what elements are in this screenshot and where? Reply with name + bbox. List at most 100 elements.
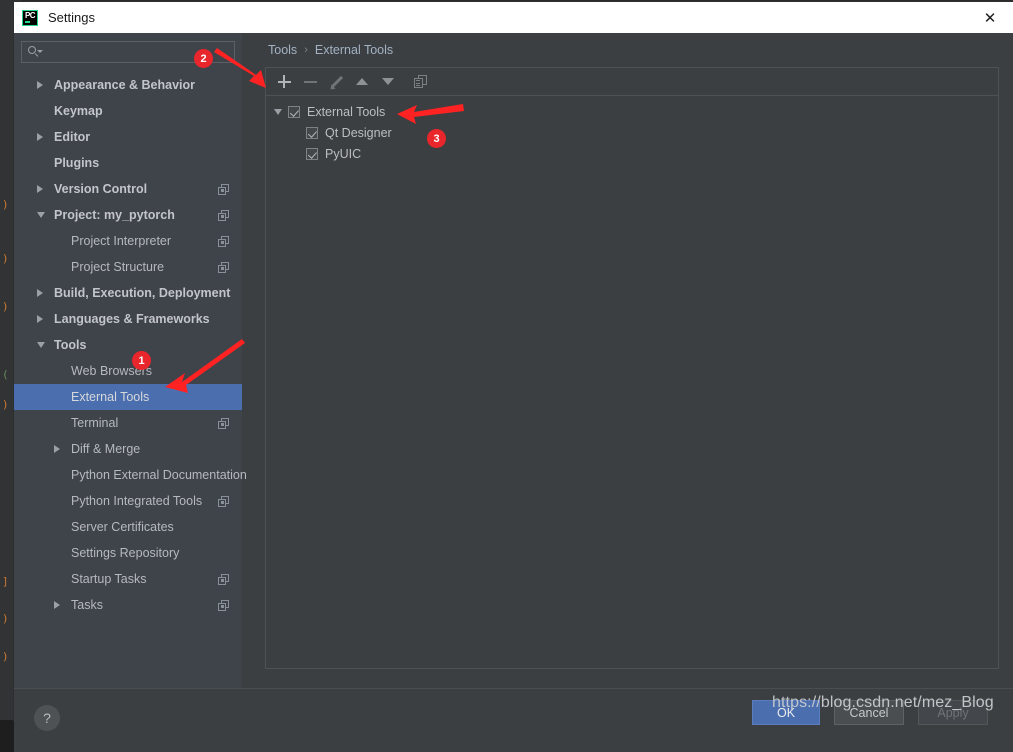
- module-scope-icon: [218, 496, 229, 507]
- arrow-up-icon: [356, 78, 368, 85]
- sidebar-item-project-interpreter[interactable]: Project Interpreter: [14, 228, 242, 254]
- sidebar-item-label: Startup Tasks: [14, 572, 147, 586]
- move-down-button[interactable]: [376, 71, 400, 93]
- chevron-right-icon[interactable]: [54, 445, 60, 453]
- copy-button[interactable]: [408, 71, 432, 93]
- sidebar-item-label: Diff & Merge: [14, 442, 140, 456]
- chevron-down-icon[interactable]: [37, 342, 45, 348]
- help-button[interactable]: ?: [34, 705, 60, 731]
- sidebar-item-label: Keymap: [14, 104, 103, 118]
- sidebar-item-label: Languages & Frameworks: [14, 312, 210, 326]
- sidebar-item-plugins[interactable]: Plugins: [14, 150, 242, 176]
- sidebar-item-label: Python Integrated Tools: [14, 494, 202, 508]
- sidebar-item-tools[interactable]: Tools: [14, 332, 242, 358]
- sidebar-item-appearance-behavior[interactable]: Appearance & Behavior: [14, 72, 242, 98]
- editor-code-line: ): [2, 252, 9, 265]
- close-icon[interactable]: ✕: [967, 2, 1013, 33]
- add-button[interactable]: [272, 71, 296, 93]
- settings-category-tree[interactable]: Appearance & Behavior Keymap Editor Plugins…: [14, 72, 242, 618]
- sidebar-item-startup-tasks[interactable]: Startup Tasks: [14, 566, 242, 592]
- tools-tree-item-row[interactable]: PyUIC: [266, 143, 998, 164]
- sidebar-item-label: Plugins: [14, 156, 99, 170]
- sidebar-item-project-structure[interactable]: Project Structure: [14, 254, 242, 280]
- tools-tree-group-row[interactable]: External Tools: [266, 101, 998, 122]
- sidebar-item-python-external-documentation[interactable]: Python External Documentation: [14, 462, 242, 488]
- editor-code-line: ): [2, 300, 9, 313]
- sidebar-item-label: Python External Documentation: [14, 468, 247, 482]
- copy-icon: [414, 75, 427, 88]
- sidebar-item-server-certificates[interactable]: Server Certificates: [14, 514, 242, 540]
- external-tools-panel: External Tools Qt Designer PyUIC: [265, 67, 999, 669]
- chevron-right-icon[interactable]: [37, 133, 43, 141]
- sidebar-item-label: Server Certificates: [14, 520, 174, 534]
- editor-code-line: ]: [2, 575, 9, 588]
- sidebar-item-label: Settings Repository: [14, 546, 179, 560]
- breadcrumb-current: External Tools: [315, 43, 393, 57]
- sidebar-item-external-tools[interactable]: External Tools: [14, 384, 242, 410]
- title-bar: PC Settings ✕: [14, 2, 1013, 33]
- chevron-down-icon[interactable]: [274, 109, 282, 115]
- chevron-right-icon[interactable]: [37, 81, 43, 89]
- module-scope-icon: [218, 210, 229, 221]
- chevron-right-icon[interactable]: [37, 185, 43, 193]
- editor-code-line: ): [2, 650, 9, 663]
- tools-tree-item-label: Qt Designer: [325, 126, 392, 140]
- sidebar-item-label: External Tools: [14, 390, 149, 404]
- sidebar-item-tasks[interactable]: Tasks: [14, 592, 242, 618]
- pycharm-icon-text: PC: [25, 11, 35, 20]
- editor-code-line: (: [2, 368, 9, 381]
- move-up-button[interactable]: [350, 71, 374, 93]
- module-scope-icon: [218, 236, 229, 247]
- sidebar-item-label: Project Structure: [14, 260, 164, 274]
- item-checkbox[interactable]: [306, 127, 318, 139]
- plus-icon: [278, 75, 291, 88]
- chevron-down-icon[interactable]: [37, 212, 45, 218]
- breadcrumb-separator-icon: ›: [304, 44, 308, 56]
- breadcrumb: Tools › External Tools: [252, 33, 1013, 67]
- external-tools-toolbar: [266, 68, 998, 96]
- tools-tree-item-label: PyUIC: [325, 147, 361, 161]
- sidebar-item-web-browsers[interactable]: Web Browsers: [14, 358, 242, 384]
- chevron-right-icon[interactable]: [37, 315, 43, 323]
- sidebar-item-project-my-pytorch[interactable]: Project: my_pytorch: [14, 202, 242, 228]
- pycharm-icon: PC: [22, 10, 38, 26]
- edit-button[interactable]: [324, 71, 348, 93]
- pencil-icon: [329, 75, 343, 89]
- external-tools-tree[interactable]: External Tools Qt Designer PyUIC: [266, 96, 998, 164]
- sidebar-item-label: Tools: [14, 338, 86, 352]
- settings-sidebar: Appearance & Behavior Keymap Editor Plugins…: [14, 33, 242, 688]
- chevron-right-icon[interactable]: [37, 289, 43, 297]
- group-checkbox[interactable]: [288, 106, 300, 118]
- module-scope-icon: [218, 600, 229, 611]
- minus-icon: [304, 75, 317, 88]
- sidebar-item-label: Editor: [14, 130, 90, 144]
- sidebar-item-settings-repository[interactable]: Settings Repository: [14, 540, 242, 566]
- sidebar-item-terminal[interactable]: Terminal: [14, 410, 242, 436]
- arrow-down-icon: [382, 78, 394, 85]
- tools-tree-item-row[interactable]: Qt Designer: [266, 122, 998, 143]
- settings-detail-panel: Tools › External Tools: [252, 33, 1013, 688]
- chevron-right-icon[interactable]: [54, 601, 60, 609]
- remove-button[interactable]: [298, 71, 322, 93]
- window-title: Settings: [48, 10, 95, 25]
- sidebar-item-label: Version Control: [14, 182, 147, 196]
- sidebar-item-diff-merge[interactable]: Diff & Merge: [14, 436, 242, 462]
- sidebar-item-label: Build, Execution, Deployment: [14, 286, 230, 300]
- module-scope-icon: [218, 262, 229, 273]
- sidebar-item-version-control[interactable]: Version Control: [14, 176, 242, 202]
- dialog-body: Appearance & Behavior Keymap Editor Plugins…: [14, 33, 1013, 720]
- sidebar-item-python-integrated-tools[interactable]: Python Integrated Tools: [14, 488, 242, 514]
- sidebar-item-label: Project Interpreter: [14, 234, 171, 248]
- tools-tree-group-label: External Tools: [307, 105, 385, 119]
- sidebar-item-build-execution-deployment[interactable]: Build, Execution, Deployment: [14, 280, 242, 306]
- sidebar-item-languages-frameworks[interactable]: Languages & Frameworks: [14, 306, 242, 332]
- sidebar-item-editor[interactable]: Editor: [14, 124, 242, 150]
- sidebar-item-keymap[interactable]: Keymap: [14, 98, 242, 124]
- search-icon: [28, 46, 42, 58]
- sidebar-item-label: Terminal: [14, 416, 118, 430]
- editor-code-line: ): [2, 198, 9, 211]
- item-checkbox[interactable]: [306, 148, 318, 160]
- settings-dialog: PC Settings ✕ Appearance & Behavior Keyma…: [14, 2, 1013, 720]
- search-input[interactable]: [21, 41, 235, 63]
- breadcrumb-parent[interactable]: Tools: [268, 43, 297, 57]
